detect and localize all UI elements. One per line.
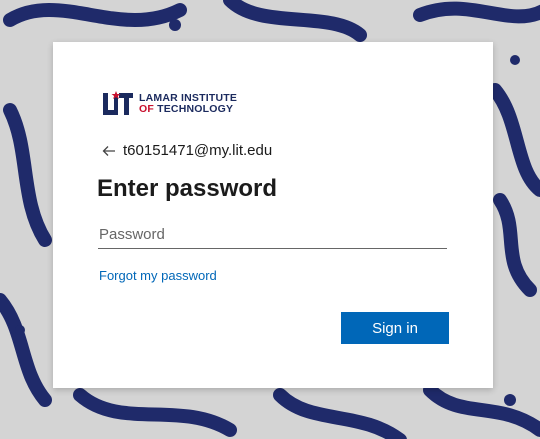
identity-banner: t60151471@my.lit.edu — [101, 142, 272, 159]
page-title: Enter password — [97, 175, 278, 202]
logo-line-2-technology: TECHNOLOGY — [157, 103, 234, 115]
sign-in-card: LAMAR INSTITUTE OF TECHNOLOGY t60151471@… — [53, 42, 493, 388]
password-input[interactable] — [98, 220, 447, 249]
account-email: t60151471@my.lit.edu — [123, 142, 273, 159]
lit-logo: LAMAR INSTITUTE OF TECHNOLOGY — [103, 91, 237, 117]
sign-in-button[interactable]: Sign in — [341, 312, 449, 344]
logo-line-2-of: OF — [139, 103, 158, 115]
arrow-left-icon[interactable] — [101, 143, 117, 159]
forgot-password-link[interactable]: Forgot my password — [99, 268, 217, 283]
lit-logo-mark — [103, 91, 133, 115]
